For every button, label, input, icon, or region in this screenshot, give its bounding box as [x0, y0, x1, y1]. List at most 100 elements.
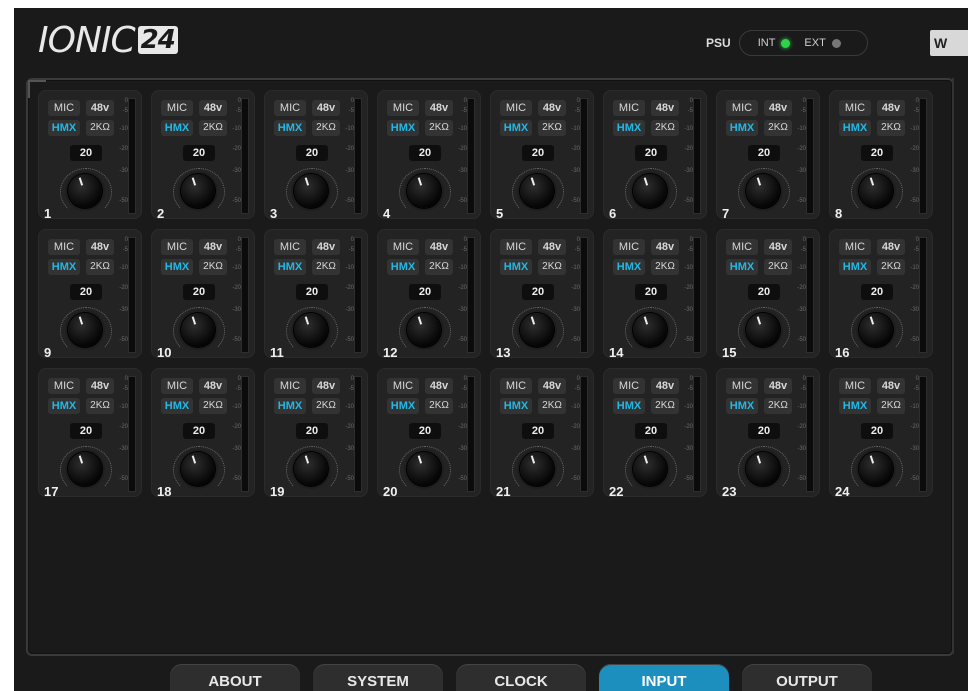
phantom-power-button[interactable]: 48v: [651, 378, 679, 394]
hmx-button[interactable]: HMX: [839, 259, 871, 275]
hmx-button[interactable]: HMX: [613, 398, 645, 414]
mic-button[interactable]: MIC: [161, 378, 193, 394]
impedance-button[interactable]: 2KΩ: [312, 398, 340, 414]
gain-value[interactable]: 20: [183, 423, 215, 439]
impedance-button[interactable]: 2KΩ: [425, 259, 453, 275]
gain-knob[interactable]: [407, 174, 441, 208]
hmx-button[interactable]: HMX: [387, 259, 419, 275]
mic-button[interactable]: MIC: [48, 239, 80, 255]
phantom-power-button[interactable]: 48v: [764, 378, 792, 394]
hmx-button[interactable]: HMX: [500, 120, 532, 136]
impedance-button[interactable]: 2KΩ: [651, 259, 679, 275]
hmx-button[interactable]: HMX: [613, 120, 645, 136]
hmx-button[interactable]: HMX: [274, 120, 306, 136]
phantom-power-button[interactable]: 48v: [538, 100, 566, 116]
phantom-power-button[interactable]: 48v: [312, 378, 340, 394]
gain-value[interactable]: 20: [635, 284, 667, 300]
hmx-button[interactable]: HMX: [500, 259, 532, 275]
mic-button[interactable]: MIC: [387, 239, 419, 255]
gain-value[interactable]: 20: [409, 284, 441, 300]
mic-button[interactable]: MIC: [48, 378, 80, 394]
impedance-button[interactable]: 2KΩ: [538, 120, 566, 136]
gain-knob[interactable]: [181, 174, 215, 208]
gain-value[interactable]: 20: [748, 284, 780, 300]
hmx-button[interactable]: HMX: [48, 120, 80, 136]
gain-value[interactable]: 20: [748, 423, 780, 439]
mic-button[interactable]: MIC: [274, 100, 306, 116]
hmx-button[interactable]: HMX: [161, 259, 193, 275]
mic-button[interactable]: MIC: [387, 100, 419, 116]
gain-knob[interactable]: [520, 452, 554, 486]
gain-value[interactable]: 20: [635, 145, 667, 161]
impedance-button[interactable]: 2KΩ: [877, 398, 905, 414]
mic-button[interactable]: MIC: [48, 100, 80, 116]
hmx-button[interactable]: HMX: [274, 259, 306, 275]
mic-button[interactable]: MIC: [613, 239, 645, 255]
impedance-button[interactable]: 2KΩ: [651, 398, 679, 414]
phantom-power-button[interactable]: 48v: [312, 100, 340, 116]
tab-output[interactable]: OUTPUT: [742, 664, 872, 691]
gain-value[interactable]: 20: [635, 423, 667, 439]
mic-button[interactable]: MIC: [161, 239, 193, 255]
hmx-button[interactable]: HMX: [48, 398, 80, 414]
impedance-button[interactable]: 2KΩ: [199, 120, 227, 136]
mic-button[interactable]: MIC: [161, 100, 193, 116]
mic-button[interactable]: MIC: [274, 239, 306, 255]
mic-button[interactable]: MIC: [839, 239, 871, 255]
gain-knob[interactable]: [746, 174, 780, 208]
phantom-power-button[interactable]: 48v: [764, 239, 792, 255]
gain-value[interactable]: 20: [296, 145, 328, 161]
gain-knob[interactable]: [407, 313, 441, 347]
tab-system[interactable]: SYSTEM: [313, 664, 443, 691]
phantom-power-button[interactable]: 48v: [425, 239, 453, 255]
phantom-power-button[interactable]: 48v: [86, 239, 114, 255]
hmx-button[interactable]: HMX: [161, 120, 193, 136]
gain-value[interactable]: 20: [183, 145, 215, 161]
gain-value[interactable]: 20: [409, 423, 441, 439]
phantom-power-button[interactable]: 48v: [86, 100, 114, 116]
hmx-button[interactable]: HMX: [500, 398, 532, 414]
gain-knob[interactable]: [633, 452, 667, 486]
hmx-button[interactable]: HMX: [274, 398, 306, 414]
impedance-button[interactable]: 2KΩ: [86, 259, 114, 275]
mic-button[interactable]: MIC: [613, 100, 645, 116]
mic-button[interactable]: MIC: [387, 378, 419, 394]
impedance-button[interactable]: 2KΩ: [86, 120, 114, 136]
phantom-power-button[interactable]: 48v: [199, 100, 227, 116]
gain-value[interactable]: 20: [296, 423, 328, 439]
gain-value[interactable]: 20: [70, 145, 102, 161]
phantom-power-button[interactable]: 48v: [877, 239, 905, 255]
hmx-button[interactable]: HMX: [613, 259, 645, 275]
impedance-button[interactable]: 2KΩ: [312, 120, 340, 136]
phantom-power-button[interactable]: 48v: [538, 239, 566, 255]
phantom-power-button[interactable]: 48v: [425, 100, 453, 116]
hmx-button[interactable]: HMX: [839, 398, 871, 414]
mic-button[interactable]: MIC: [839, 378, 871, 394]
mic-button[interactable]: MIC: [613, 378, 645, 394]
tab-about[interactable]: ABOUT: [170, 664, 300, 691]
gain-value[interactable]: 20: [861, 284, 893, 300]
hmx-button[interactable]: HMX: [387, 398, 419, 414]
mic-button[interactable]: MIC: [500, 239, 532, 255]
phantom-power-button[interactable]: 48v: [425, 378, 453, 394]
gain-knob[interactable]: [859, 174, 893, 208]
impedance-button[interactable]: 2KΩ: [764, 120, 792, 136]
mic-button[interactable]: MIC: [274, 378, 306, 394]
gain-knob[interactable]: [633, 313, 667, 347]
impedance-button[interactable]: 2KΩ: [312, 259, 340, 275]
phantom-power-button[interactable]: 48v: [877, 378, 905, 394]
gain-value[interactable]: 20: [861, 145, 893, 161]
impedance-button[interactable]: 2KΩ: [538, 259, 566, 275]
phantom-power-button[interactable]: 48v: [86, 378, 114, 394]
gain-knob[interactable]: [68, 452, 102, 486]
impedance-button[interactable]: 2KΩ: [86, 398, 114, 414]
gain-knob[interactable]: [746, 313, 780, 347]
mic-button[interactable]: MIC: [500, 378, 532, 394]
gain-knob[interactable]: [407, 452, 441, 486]
impedance-button[interactable]: 2KΩ: [199, 398, 227, 414]
impedance-button[interactable]: 2KΩ: [877, 259, 905, 275]
mic-button[interactable]: MIC: [726, 378, 758, 394]
gain-value[interactable]: 20: [522, 423, 554, 439]
gain-knob[interactable]: [520, 174, 554, 208]
gain-knob[interactable]: [294, 452, 328, 486]
